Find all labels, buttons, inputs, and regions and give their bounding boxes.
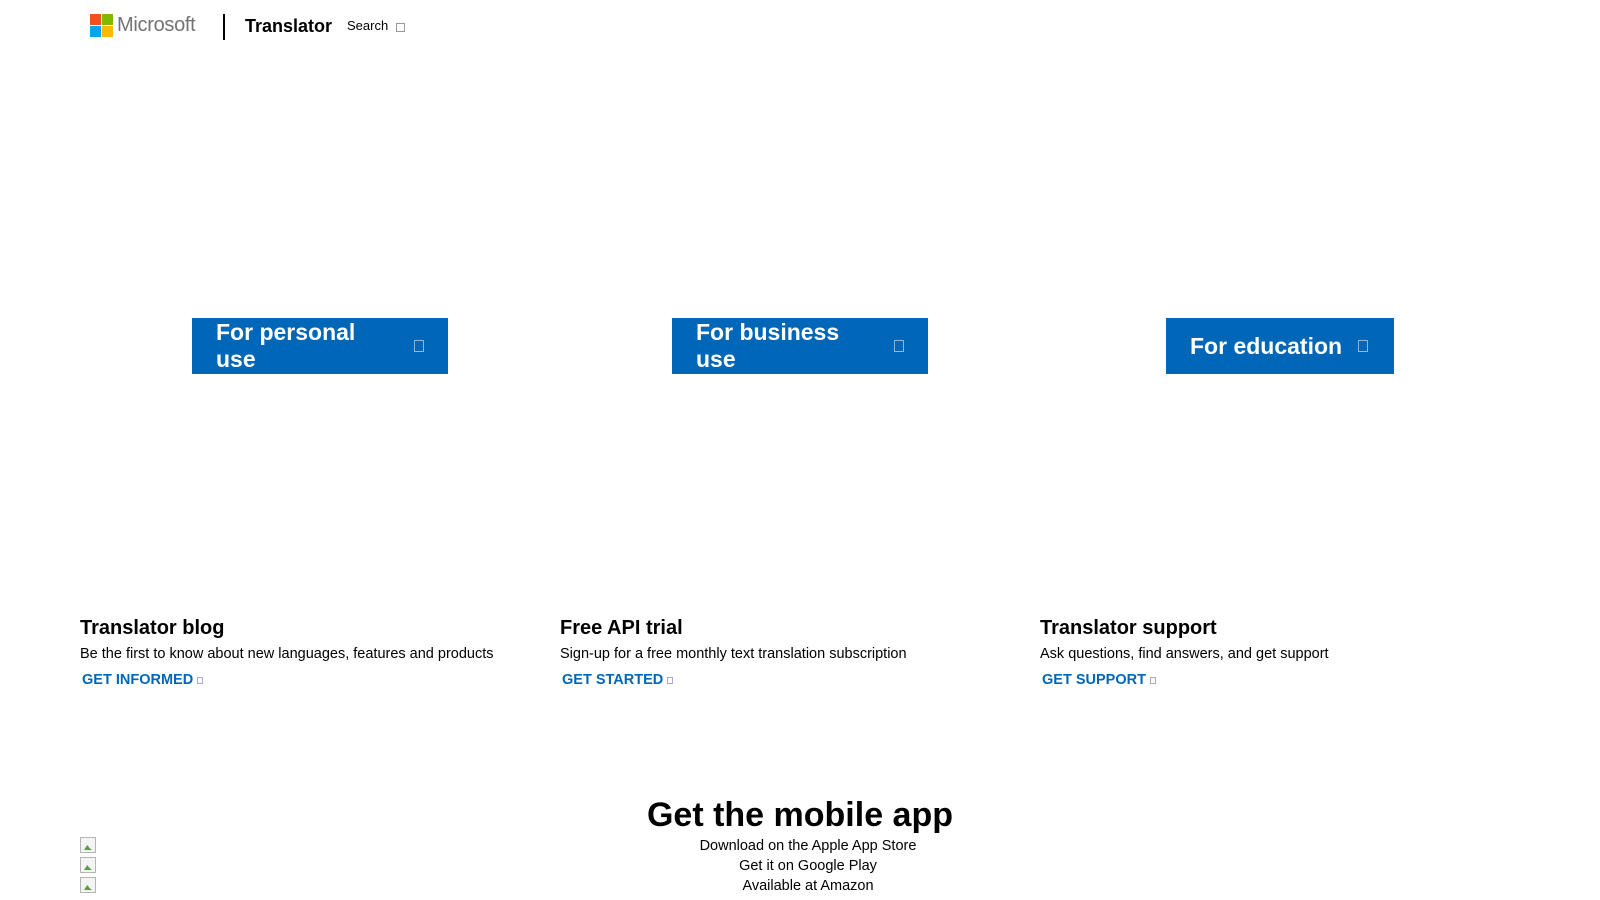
product-name-link[interactable]: Translator bbox=[245, 16, 332, 37]
card-link-label: GET STARTED bbox=[562, 672, 664, 688]
microsoft-logo-icon bbox=[90, 14, 113, 37]
for-education-button[interactable]: For education bbox=[1166, 318, 1394, 374]
chevron-right-icon bbox=[894, 340, 904, 352]
card-description: Ask questions, find answers, and get sup… bbox=[1040, 646, 1329, 662]
chevron-right-icon bbox=[667, 676, 674, 684]
mobile-app-heading: Get the mobile app bbox=[646, 796, 954, 834]
apple-app-store-row: Download on the Apple App Store bbox=[80, 836, 1520, 856]
card-title: Translator blog bbox=[80, 617, 225, 639]
card-title: Free API trial bbox=[560, 617, 683, 639]
search-icon bbox=[396, 23, 406, 32]
get-support-link[interactable]: GET SUPPORT bbox=[1042, 672, 1156, 688]
get-informed-link[interactable]: GET INFORMED bbox=[82, 672, 204, 688]
chevron-right-icon bbox=[414, 340, 424, 352]
free-api-trial-card: Free API trial Sign-up for a free monthl… bbox=[560, 616, 1020, 689]
chevron-right-icon bbox=[1149, 676, 1156, 684]
for-personal-use-button[interactable]: For personal use bbox=[192, 318, 448, 374]
microsoft-logo-link[interactable]: Microsoft bbox=[90, 14, 196, 37]
card-title: Translator support bbox=[1040, 617, 1217, 639]
site-header: Microsoft Translator Search bbox=[0, 0, 1600, 54]
for-business-use-label: For business use bbox=[696, 319, 840, 372]
for-business-use-button[interactable]: For business use bbox=[672, 318, 928, 374]
get-started-link[interactable]: GET STARTED bbox=[562, 672, 674, 688]
header-divider bbox=[223, 14, 225, 40]
brand-name: Microsoft bbox=[117, 14, 196, 36]
amazon-row: Available at Amazon bbox=[80, 876, 1520, 896]
chevron-right-icon bbox=[197, 676, 204, 684]
card-link-label: GET INFORMED bbox=[82, 672, 194, 688]
translator-blog-card: Translator blog Be the first to know abo… bbox=[80, 616, 540, 689]
search-button[interactable]: Search bbox=[347, 18, 406, 33]
card-description: Sign-up for a free monthly text translat… bbox=[560, 646, 907, 662]
for-education-label: For education bbox=[1190, 332, 1343, 359]
apple-app-store-link[interactable]: Download on the Apple App Store bbox=[80, 836, 1536, 856]
translator-support-card: Translator support Ask questions, find a… bbox=[1040, 616, 1500, 689]
card-link-label: GET SUPPORT bbox=[1042, 672, 1146, 688]
google-play-row: Get it on Google Play bbox=[80, 856, 1520, 876]
amazon-link[interactable]: Available at Amazon bbox=[80, 876, 1536, 896]
for-personal-use-label: For personal use bbox=[216, 319, 356, 372]
card-description: Be the first to know about new languages… bbox=[80, 646, 494, 662]
google-play-link[interactable]: Get it on Google Play bbox=[80, 856, 1536, 876]
search-label: Search bbox=[347, 18, 389, 33]
chevron-right-icon bbox=[1358, 340, 1369, 352]
